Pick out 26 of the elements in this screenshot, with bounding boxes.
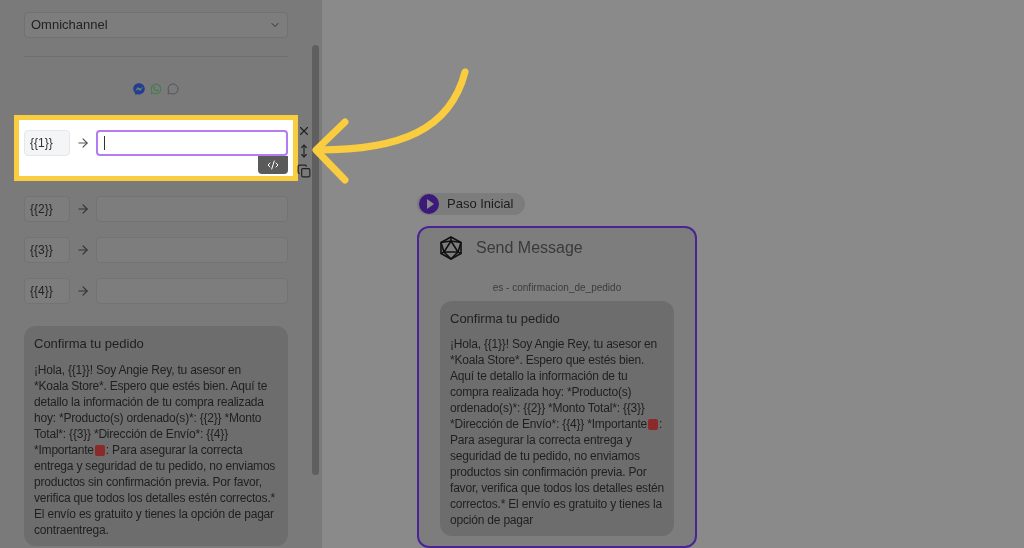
alert-icon (648, 419, 658, 431)
scrollbar[interactable] (312, 45, 319, 475)
message-body: ¡Hola, {{1}}! Soy Angie Rey, tu asesor en *Koala Store*. Espero que estés bien. Aquí te detallo la información de tu compra realizada hoy: *Producto(s) ordenado(s)*: {{2}} *Monto Total*: {{3}} *Dirección de Envío*: {{4}} *Importante : Para asegurar la correcta entrega y seguridad de tu pedido, no enviamos productos sin confirmación previa. Por favor, verifica que todos los detalles estén correctos.* El envío es gratuito y tienes la opción de pagar (450, 336, 664, 529)
phone-bubble-icon (150, 83, 162, 95)
node-title: Send Message (476, 237, 583, 258)
right-arrow-icon (76, 284, 90, 298)
alert-icon (94, 444, 105, 456)
start-node[interactable]: Paso Inicial (417, 193, 526, 215)
icosahedron-icon (440, 235, 462, 260)
message-node[interactable] (417, 225, 697, 548)
lightning-bubble-icon (133, 83, 145, 95)
message-body: ¡Hola, {{1}}! Soy Angie Rey, tu asesor en *Koala Store*. Espero que estés bien. Aquí te detallo la información de tu compra realizada hoy: *Producto(s) ordenado(s)*: {{2}} *Monto Total*: {{3}} *Dirección de Envío*: {{4}} *Importante : Para asegurar la correcta entrega y seguridad de tu pedido, no enviamos productos sin confirmación previa. Por favor, verifica que todos los detalles estén correctos.* El envío es gratuito y tienes la opción de pagar contraentrega. (34, 361, 277, 538)
variable-tag: {{2}} (24, 196, 70, 222)
variable-tag: {{4}} (24, 278, 70, 304)
channel-select[interactable]: Omnichannel (24, 12, 288, 38)
text-cursor (104, 136, 105, 150)
variable-tag: {{3}} (24, 237, 70, 263)
variable-tag: {{1}} (24, 130, 70, 156)
chat-bubble-icon (167, 83, 179, 95)
copy-icon[interactable] (297, 164, 311, 178)
value-input[interactable] (96, 130, 288, 156)
message-title: Confirma tu pedido (450, 309, 561, 328)
play-icon (419, 193, 439, 214)
message-title: Confirma tu pedido (34, 335, 145, 353)
close-icon[interactable] (297, 124, 311, 138)
code-icon[interactable] (258, 156, 288, 174)
